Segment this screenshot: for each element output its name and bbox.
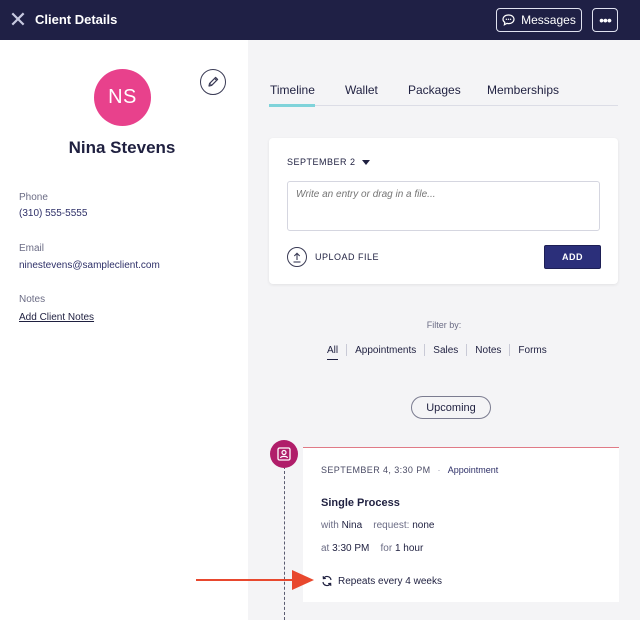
- appointment-icon: [270, 440, 298, 468]
- client-profile-panel: NS Nina Stevens Phone (310) 555-5555 Ema…: [0, 40, 248, 620]
- at-label: at: [321, 543, 330, 554]
- separator-dot: ·: [437, 465, 441, 475]
- filter-divider: [346, 344, 348, 356]
- request-label: request:: [373, 520, 410, 531]
- upload-file-button[interactable]: UPLOAD FILE: [287, 247, 379, 267]
- messages-button[interactable]: Messages: [496, 8, 582, 32]
- chat-bubble-icon: [502, 14, 515, 26]
- messages-label: Messages: [521, 13, 576, 27]
- with-label: with: [321, 520, 339, 531]
- timeline-entry-card: SEPTEMBER 2 UPLOAD FILE ADD: [269, 138, 618, 284]
- with-value: Nina: [341, 520, 363, 531]
- annotation-arrow-icon: [196, 570, 314, 590]
- tabs-divider: [269, 105, 618, 106]
- timeline-line: [284, 466, 285, 620]
- appointment-meta: SEPTEMBER 4, 3:30 PM · Appointment: [321, 465, 498, 475]
- repeat-label: Repeats every 4 weeks: [338, 575, 442, 587]
- tab-wallet[interactable]: Wallet: [345, 83, 378, 97]
- upcoming-badge: Upcoming: [411, 396, 491, 419]
- filter-bar: All Appointments Sales Notes Forms: [327, 344, 547, 360]
- at-value: 3:30 PM: [332, 543, 370, 554]
- appointment-datetime: SEPTEMBER 4, 3:30 PM: [321, 465, 431, 475]
- email-label: Email: [19, 243, 45, 254]
- tab-memberships[interactable]: Memberships: [487, 83, 559, 97]
- filter-all[interactable]: All: [327, 345, 339, 360]
- filter-divider: [509, 344, 511, 356]
- filter-label: Filter by:: [426, 320, 462, 330]
- page-title: Client Details: [35, 12, 118, 27]
- filter-notes[interactable]: Notes: [475, 345, 501, 356]
- filter-divider: [424, 344, 426, 356]
- phone-value[interactable]: (310) 555-5555: [19, 208, 87, 219]
- appointment-card[interactable]: SEPTEMBER 4, 3:30 PM · Appointment Singl…: [303, 447, 619, 602]
- filter-appointments[interactable]: Appointments: [355, 345, 416, 356]
- repeat-icon: [322, 575, 332, 587]
- caret-down-icon: [361, 159, 370, 165]
- close-icon[interactable]: ✕: [8, 9, 28, 31]
- pencil-icon: [208, 76, 219, 87]
- edit-client-button[interactable]: [200, 69, 226, 95]
- entry-input[interactable]: [287, 181, 600, 231]
- for-label: for: [380, 543, 393, 554]
- repeat-info: Repeats every 4 weeks: [321, 575, 442, 587]
- upload-file-label: UPLOAD FILE: [315, 252, 380, 262]
- filter-divider: [466, 344, 468, 356]
- notes-label: Notes: [19, 294, 46, 305]
- appointment-title: Single Process: [321, 497, 400, 509]
- request-value: none: [412, 520, 435, 531]
- tab-timeline[interactable]: Timeline: [270, 83, 315, 97]
- for-value: 1 hour: [394, 543, 424, 554]
- filter-forms[interactable]: Forms: [518, 345, 546, 356]
- phone-label: Phone: [19, 192, 48, 203]
- tab-packages[interactable]: Packages: [408, 83, 461, 97]
- appointment-with-line: with Nina request: none: [321, 520, 434, 531]
- add-entry-button[interactable]: ADD: [544, 245, 601, 269]
- entry-date-label: SEPTEMBER 2: [287, 157, 356, 167]
- filter-sales[interactable]: Sales: [433, 345, 458, 356]
- active-tab-indicator: [269, 104, 315, 107]
- upload-icon: [287, 247, 307, 267]
- app-header: ✕ Client Details Messages •••: [0, 0, 640, 40]
- avatar: NS: [94, 69, 151, 126]
- more-options-button[interactable]: •••: [592, 8, 618, 32]
- appointment-type: Appointment: [447, 465, 499, 475]
- appointment-time-line: at 3:30 PM for 1 hour: [321, 543, 423, 554]
- email-value[interactable]: ninestevens@sampleclient.com: [19, 260, 160, 271]
- entry-date-select[interactable]: SEPTEMBER 2: [287, 157, 370, 167]
- client-name: Nina Stevens: [68, 138, 176, 157]
